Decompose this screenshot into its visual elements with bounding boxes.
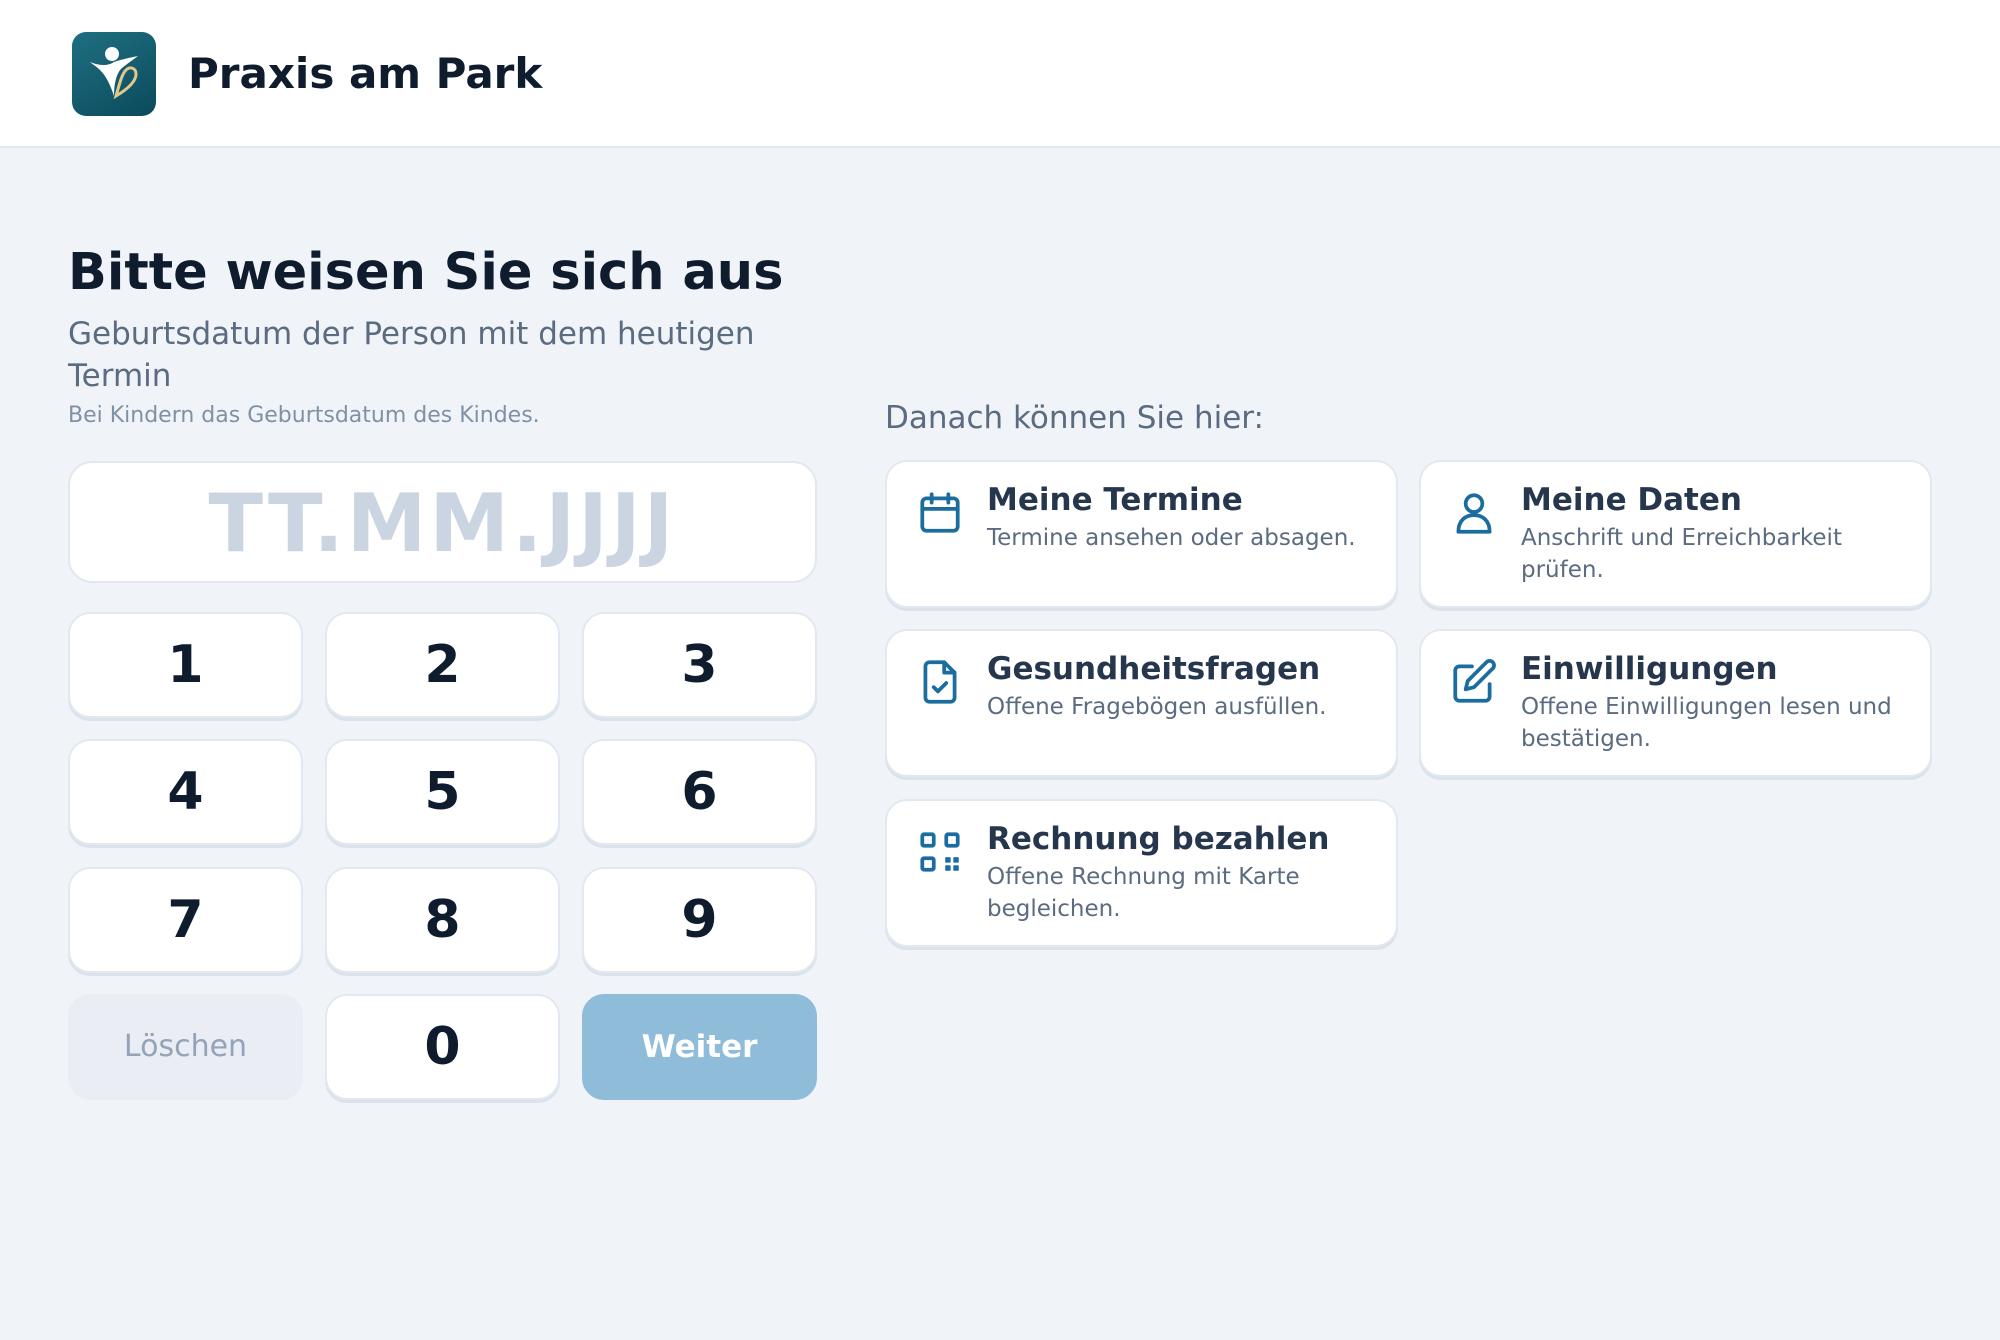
keypad-key-9[interactable]: 9 — [582, 867, 817, 973]
qr-code-icon — [915, 827, 965, 877]
page-subtitle: Geburtsdatum der Person mit dem heutigen… — [68, 316, 755, 394]
page-hint: Bei Kindern das Geburtsdatum des Kindes. — [68, 403, 540, 428]
feature-card-description: Offene Fragebögen ausfüllen. — [987, 694, 1327, 720]
person-heart-logo-icon — [72, 32, 156, 116]
feature-card-health-questions[interactable]: Gesundheitsfragen Offene Fragebögen ausf… — [885, 629, 1398, 777]
keypad-key-8[interactable]: 8 — [325, 867, 560, 973]
brand-name: Praxis am Park — [188, 49, 543, 98]
keypad-key-3[interactable]: 3 — [582, 612, 817, 718]
keypad-key-5[interactable]: 5 — [325, 739, 560, 845]
keypad-key-0[interactable]: 0 — [325, 994, 560, 1100]
feature-card-pay-invoice[interactable]: Rechnung bezahlen Offene Rechnung mit Ka… — [885, 799, 1398, 947]
calendar-icon — [915, 488, 965, 538]
feature-card-appointments[interactable]: Meine Termine Termine ansehen oder absag… — [885, 460, 1398, 608]
feature-card-title: Meine Termine — [987, 482, 1243, 518]
keypad-key-2[interactable]: 2 — [325, 612, 560, 718]
app-header: Praxis am Park — [0, 0, 2000, 148]
feature-card-title: Gesundheitsfragen — [987, 651, 1321, 687]
feature-card-title: Einwilligungen — [1521, 651, 1778, 687]
clear-button[interactable]: Löschen — [68, 994, 303, 1100]
features-heading: Danach können Sie hier: — [885, 400, 1264, 436]
feature-card-description: Termine ansehen oder absagen. — [987, 525, 1356, 551]
birthdate-input[interactable]: TT.MM.JJJJ — [68, 461, 817, 583]
feature-card-title: Rechnung bezahlen — [987, 821, 1330, 857]
pencil-square-icon — [1449, 657, 1499, 707]
file-check-icon — [915, 657, 965, 707]
keypad-key-4[interactable]: 4 — [68, 739, 303, 845]
next-button[interactable]: Weiter — [582, 994, 817, 1100]
keypad-key-6[interactable]: 6 — [582, 739, 817, 845]
feature-card-description: Offene Rechnung mit Karte begleichen. — [987, 864, 1300, 922]
feature-card-title: Meine Daten — [1521, 482, 1742, 518]
page-title: Bitte weisen Sie sich aus — [68, 243, 784, 302]
keypad-key-7[interactable]: 7 — [68, 867, 303, 973]
feature-card-description: Anschrift und Erreichbarkeit prüfen. — [1521, 525, 1842, 583]
feature-card-consents[interactable]: Einwilligungen Offene Einwilligungen les… — [1419, 629, 1932, 777]
keypad-key-1[interactable]: 1 — [68, 612, 303, 718]
feature-card-personal-data[interactable]: Meine Daten Anschrift und Erreichbarkeit… — [1419, 460, 1932, 608]
feature-card-description: Offene Einwilligungen lesen und bestätig… — [1521, 694, 1892, 752]
user-icon — [1449, 488, 1499, 538]
